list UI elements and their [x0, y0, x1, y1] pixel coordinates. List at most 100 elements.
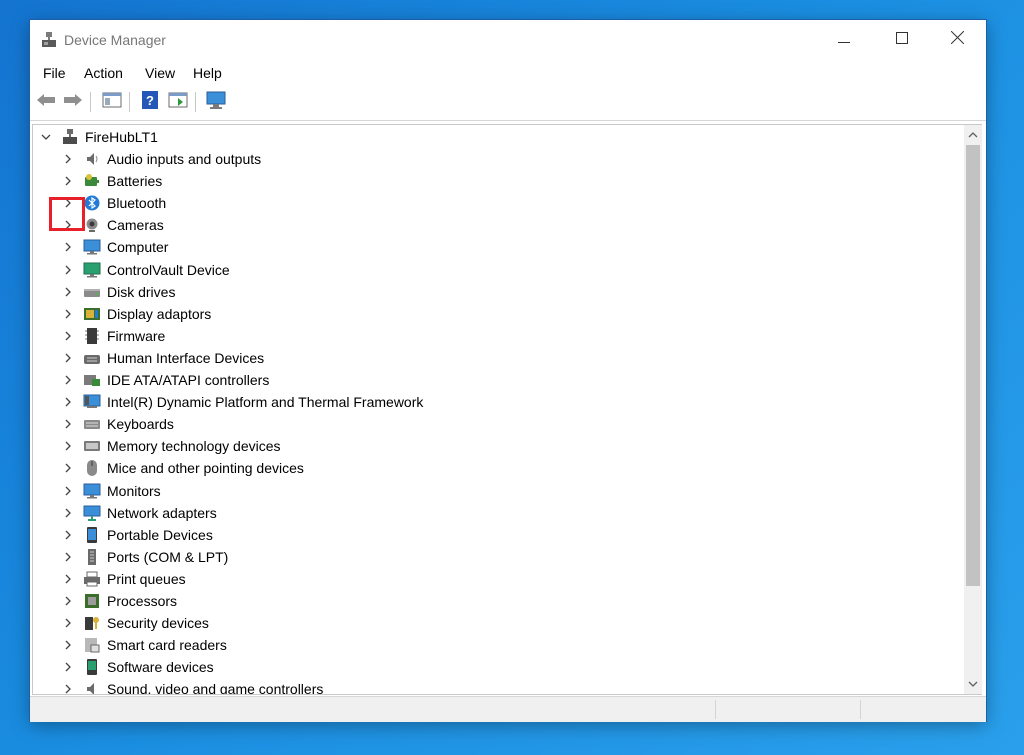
- expand-chevron-icon[interactable]: [61, 373, 75, 387]
- minimize-button[interactable]: [815, 20, 873, 60]
- tree-item-portable-devices[interactable]: Portable Devices: [61, 524, 213, 546]
- tree-item-intel-r-dynamic-platform-and-thermal-framework[interactable]: Intel(R) Dynamic Platform and Thermal Fr…: [61, 391, 423, 413]
- expand-chevron-icon[interactable]: [61, 528, 75, 542]
- svg-text:?: ?: [146, 93, 154, 108]
- tree-item-label: IDE ATA/ATAPI controllers: [107, 372, 270, 388]
- expand-chevron-icon[interactable]: [61, 395, 75, 409]
- hid-icon: [83, 349, 101, 367]
- menu-help[interactable]: Help: [193, 65, 222, 81]
- toolbar-separator: [195, 92, 196, 112]
- show-hide-console-tree-button[interactable]: [101, 91, 123, 113]
- scrollbar-thumb[interactable]: [966, 145, 980, 586]
- scroll-down-arrow-icon[interactable]: [964, 675, 982, 693]
- expand-chevron-icon[interactable]: [61, 329, 75, 343]
- firmware-icon: [83, 327, 101, 345]
- expand-chevron-icon[interactable]: [61, 439, 75, 453]
- tree-item-ide-ata-atapi-controllers[interactable]: IDE ATA/ATAPI controllers: [61, 369, 269, 391]
- tree-item-sound-video-and-game-controllers[interactable]: Sound, video and game controllers: [61, 678, 323, 694]
- tree-item-monitors[interactable]: Monitors: [61, 480, 161, 502]
- vertical-scrollbar[interactable]: [964, 124, 982, 695]
- tree-item-label: Disk drives: [107, 283, 176, 300]
- help-button[interactable]: ?: [139, 90, 161, 113]
- expand-chevron-icon[interactable]: [61, 152, 75, 166]
- device-tree[interactable]: FireHubLT1 Audio inputs and outputs Batte…: [32, 124, 965, 695]
- tree-item-security-devices[interactable]: Security devices: [61, 612, 209, 634]
- minimize-icon: [838, 31, 850, 49]
- expand-chevron-icon[interactable]: [61, 506, 75, 520]
- menu-file[interactable]: File: [43, 65, 66, 81]
- tree-item-processors[interactable]: Processors: [61, 590, 177, 612]
- tree-item-batteries[interactable]: Batteries: [61, 170, 162, 192]
- expand-chevron-icon[interactable]: [61, 461, 75, 475]
- tree-item-label: Firmware: [107, 327, 166, 344]
- expand-chevron-icon[interactable]: [61, 594, 75, 608]
- network-adapter-icon: [83, 504, 101, 522]
- tree-item-label: Software devices: [107, 659, 214, 676]
- tree-item-disk-drives[interactable]: Disk drives: [61, 281, 175, 303]
- forward-button[interactable]: [62, 91, 84, 113]
- tree-item-software-devices[interactable]: Software devices: [61, 656, 214, 678]
- tree-item-label: Print queues: [107, 570, 186, 587]
- tree-item-ports-com-lpt[interactable]: Ports (COM & LPT): [61, 546, 228, 568]
- collapse-chevron-icon[interactable]: [39, 130, 53, 144]
- tree-item-human-interface-devices[interactable]: Human Interface Devices: [61, 347, 264, 369]
- scroll-up-arrow-icon[interactable]: [964, 126, 982, 144]
- tree-item-label: Cameras: [107, 217, 164, 234]
- expand-chevron-icon[interactable]: [61, 174, 75, 188]
- expand-chevron-icon[interactable]: [61, 638, 75, 652]
- printer-icon: [83, 570, 101, 588]
- properties-button[interactable]: [167, 91, 189, 113]
- tree-item-print-queues[interactable]: Print queues: [61, 568, 186, 590]
- expand-chevron-icon[interactable]: [61, 351, 75, 365]
- close-button[interactable]: [928, 20, 986, 60]
- camera-icon: [83, 216, 101, 234]
- mouse-icon: [83, 459, 101, 477]
- expand-chevron-icon[interactable]: [61, 550, 75, 564]
- tree-item-label: Bluetooth: [107, 195, 167, 212]
- expand-chevron-icon[interactable]: [61, 285, 75, 299]
- tree-item-audio-inputs-and-outputs[interactable]: Audio inputs and outputs: [61, 148, 261, 170]
- device-manager-window: Device Manager File Action View Help ? F…: [30, 20, 986, 722]
- maximize-button[interactable]: [873, 20, 931, 60]
- tree-item-label: Smart card readers: [107, 637, 227, 654]
- tree-item-memory-technology-devices[interactable]: Memory technology devices: [61, 435, 281, 457]
- controlvault-icon: [83, 261, 101, 279]
- tree-item-label: Human Interface Devices: [107, 349, 265, 366]
- tree-item-network-adapters[interactable]: Network adapters: [61, 502, 217, 524]
- menu-view[interactable]: View: [145, 65, 175, 81]
- forward-arrow-icon: [63, 92, 83, 113]
- menu-action[interactable]: Action: [84, 65, 123, 81]
- tree-item-smart-card-readers[interactable]: Smart card readers: [61, 634, 227, 656]
- title-bar[interactable]: Device Manager: [30, 20, 986, 60]
- tree-item-mice-and-other-pointing-devices[interactable]: Mice and other pointing devices: [61, 457, 304, 479]
- tree-item-controlvault-device[interactable]: ControlVault Device: [61, 259, 230, 281]
- expand-chevron-icon[interactable]: [61, 660, 75, 674]
- bluetooth-icon: [83, 194, 101, 212]
- ide-controller-icon: [83, 371, 101, 389]
- expand-chevron-icon[interactable]: [61, 616, 75, 630]
- tree-item-display-adaptors[interactable]: Display adaptors: [61, 303, 211, 325]
- expand-chevron-icon[interactable]: [61, 682, 75, 694]
- back-button[interactable]: [35, 91, 57, 113]
- tree-item-label: Keyboards: [107, 416, 174, 433]
- tree-item-label: Memory technology devices: [107, 438, 281, 455]
- computer-icon: [83, 238, 101, 256]
- expand-chevron-icon[interactable]: [61, 307, 75, 321]
- root-label: FireHubLT1: [85, 129, 158, 145]
- expand-chevron-icon[interactable]: [61, 263, 75, 277]
- menu-bar: File Action View Help: [30, 62, 986, 84]
- portable-device-icon: [83, 526, 101, 544]
- scan-hardware-button[interactable]: [205, 91, 227, 113]
- tree-item-firmware[interactable]: Firmware: [61, 325, 165, 347]
- tree-item-keyboards[interactable]: Keyboards: [61, 413, 174, 435]
- thermal-framework-icon: [83, 393, 101, 411]
- tree-item-label: ControlVault Device: [107, 261, 230, 278]
- tree-item-computer[interactable]: Computer: [61, 236, 168, 258]
- tree-root[interactable]: FireHubLT1: [39, 126, 158, 148]
- expand-chevron-icon[interactable]: [61, 240, 75, 254]
- expand-chevron-icon[interactable]: [61, 484, 75, 498]
- expand-chevron-icon[interactable]: [61, 572, 75, 586]
- battery-icon: [83, 172, 101, 190]
- disk-drive-icon: [83, 283, 101, 301]
- expand-chevron-icon[interactable]: [61, 417, 75, 431]
